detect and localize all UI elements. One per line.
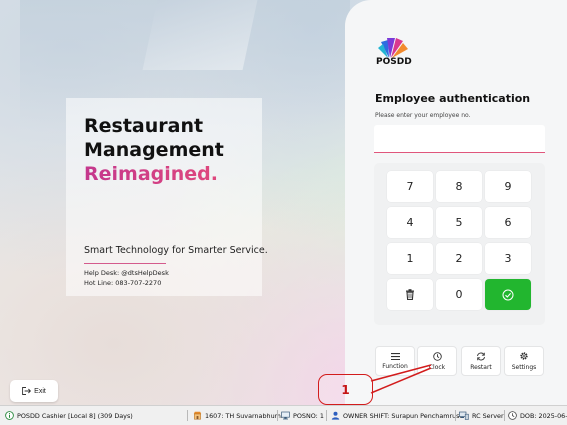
key-2[interactable]: 2 <box>436 243 482 274</box>
check-icon <box>502 289 514 300</box>
auth-title: Employee authentication <box>375 92 531 105</box>
status-branch: 1607: TH Suvarnabhumi <box>193 406 283 425</box>
function-button[interactable]: Function <box>375 346 415 376</box>
hero-headline: Restaurant Management Reimagined. <box>84 114 224 186</box>
hero-tagline: Smart Technology for Smarter Service. <box>84 245 268 256</box>
restart-button[interactable]: Restart <box>461 346 501 376</box>
monitor-icon <box>281 411 290 420</box>
status-divider <box>455 410 456 421</box>
restart-label: Restart <box>470 363 492 371</box>
clock-label: Clock <box>428 363 446 371</box>
info-icon <box>5 411 14 420</box>
exit-label: Exit <box>34 387 46 395</box>
settings-label: Settings <box>511 364 537 371</box>
refresh-icon <box>477 352 485 360</box>
status-divider <box>326 410 327 421</box>
clock-button[interactable]: Clock <box>417 346 457 376</box>
status-app-text: POSDD Cashier [Local 8] (309 Days) <box>17 411 133 420</box>
auth-subtitle: Please enter your employee no. <box>375 112 471 119</box>
menu-icon <box>390 352 400 360</box>
confirm-button[interactable] <box>485 279 531 310</box>
helpdesk-text: Help Desk: @dtsHelpDesk <box>84 269 169 277</box>
status-server: RC Server <box>459 406 504 425</box>
key-4[interactable]: 4 <box>387 207 433 238</box>
status-divider <box>187 410 188 421</box>
hero-laptop-image <box>142 0 258 70</box>
headline-line2: Management <box>84 139 224 161</box>
headline-line1: Restaurant <box>84 115 204 137</box>
callout-badge: 1 <box>318 374 373 405</box>
clock-status-icon <box>508 411 517 420</box>
status-dob-text: DOB: 2025-06-1 <box>520 411 567 420</box>
status-divider <box>277 410 278 421</box>
status-app: POSDD Cashier [Local 8] (309 Days) <box>5 406 133 425</box>
status-shift: OWNER SHIFT: Surapun Penchamrush <box>331 406 464 425</box>
key-9[interactable]: 9 <box>485 171 531 202</box>
exit-button[interactable]: Exit <box>10 380 58 402</box>
status-posno-text: POSNO: 1 <box>293 411 324 420</box>
status-branch-text: 1607: TH Suvarnabhumi <box>205 411 283 420</box>
settings-button[interactable]: Settings <box>504 346 544 376</box>
status-bar: POSDD Cashier [Local 8] (309 Days) 1607:… <box>0 405 567 425</box>
contact-info: Help Desk: @dtsHelpDesk Hot Line: 083-70… <box>84 268 169 288</box>
hotline-text: Hot Line: 083-707-2270 <box>84 279 162 287</box>
function-label: Function <box>382 362 408 370</box>
employee-number-input[interactable] <box>374 125 545 153</box>
gear-icon <box>520 352 528 360</box>
status-dob: DOB: 2025-06-1 <box>508 406 567 425</box>
headline-line3: Reimagined. <box>84 162 224 186</box>
key-6[interactable]: 6 <box>485 207 531 238</box>
key-0[interactable]: 0 <box>436 279 482 310</box>
status-server-text: RC Server <box>472 411 504 420</box>
status-shift-text: OWNER SHIFT: Surapun Penchamrush <box>343 411 464 420</box>
server-icon <box>459 411 469 420</box>
delete-button[interactable] <box>387 279 433 310</box>
store-icon <box>193 411 202 420</box>
key-5[interactable]: 5 <box>436 207 482 238</box>
key-1[interactable]: 1 <box>387 243 433 274</box>
user-icon <box>331 411 340 420</box>
status-posno: POSNO: 1 <box>281 406 324 425</box>
key-3[interactable]: 3 <box>485 243 531 274</box>
status-divider <box>504 410 505 421</box>
trash-icon <box>406 289 414 300</box>
exit-icon <box>22 387 32 395</box>
clock-icon <box>432 351 442 361</box>
key-8[interactable]: 8 <box>436 171 482 202</box>
brand-name: POSDD <box>376 57 412 67</box>
key-7[interactable]: 7 <box>387 171 433 202</box>
tagline-divider <box>84 263 166 264</box>
